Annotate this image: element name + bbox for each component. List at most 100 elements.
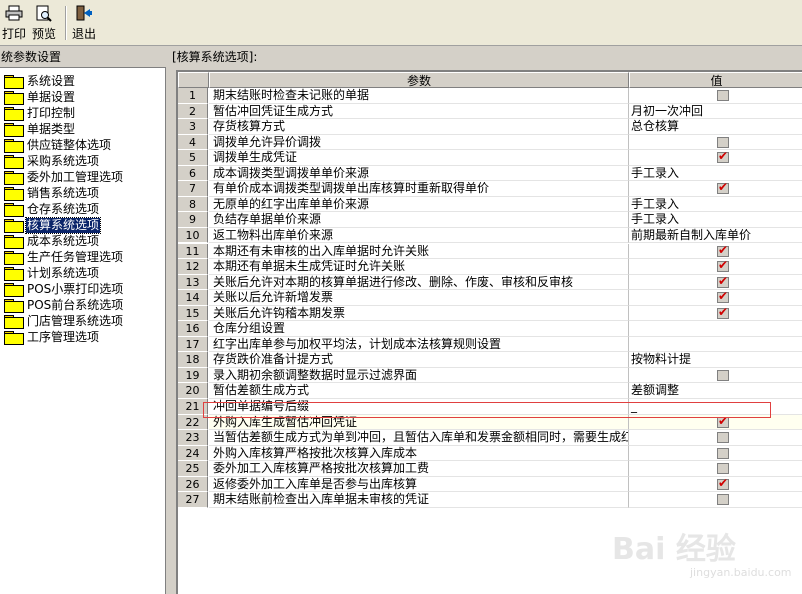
tree-item[interactable]: 委外加工管理选项 — [4, 169, 124, 185]
panel-splitter[interactable] — [167, 48, 172, 594]
value-cell[interactable]: 前期最新自制入库单价 — [629, 228, 802, 244]
value-cell[interactable] — [629, 88, 802, 104]
tree-item[interactable]: 生产任务管理选项 — [4, 249, 124, 265]
param-cell: 外购入库核算严格按批次核算入库成本 — [209, 445, 629, 462]
table-row[interactable]: 6 成本调拨类型调拨单单价来源 手工录入 — [178, 165, 802, 182]
table-row[interactable]: 15 关账后允许钩稽本期发票 — [178, 305, 802, 322]
checkbox-unchecked[interactable] — [717, 432, 729, 444]
value-cell[interactable] — [629, 290, 802, 306]
value-cell[interactable] — [629, 461, 802, 477]
table-row[interactable]: 21 冲回单据编号后缀 _ — [178, 399, 802, 415]
param-cell: 有单价成本调拨类型调拨单出库核算时重新取得单价 — [209, 181, 629, 197]
tree-item[interactable]: 成本系统选项 — [4, 233, 100, 249]
checkbox-checked[interactable] — [717, 259, 729, 273]
value-cell[interactable] — [629, 321, 802, 337]
value-cell[interactable] — [629, 430, 802, 446]
table-row[interactable]: 7 有单价成本调拨类型调拨单出库核算时重新取得单价 — [178, 181, 802, 197]
tree-item[interactable]: 仓存系统选项 — [4, 201, 100, 217]
header-value[interactable]: 值 — [629, 72, 802, 88]
tree-item[interactable]: 核算系统选项 — [4, 216, 102, 234]
tree-item[interactable]: POS前台系统选项 — [4, 297, 124, 313]
value-cell[interactable] — [629, 181, 802, 197]
value-cell[interactable] — [629, 306, 802, 322]
table-row[interactable]: 16 仓库分组设置 — [178, 321, 802, 337]
tree-item[interactable]: 采购系统选项 — [4, 153, 100, 169]
checkbox-unchecked[interactable] — [717, 136, 729, 148]
table-row[interactable]: 5 调拨单生成凭证 — [178, 150, 802, 166]
table-row[interactable]: 26 返修委外加工入库单是否参与出库核算 — [178, 476, 802, 493]
value-cell[interactable]: _ — [629, 399, 802, 415]
table-row[interactable]: 8 无原单的红字出库单单价来源 手工录入 — [178, 196, 802, 213]
checkbox-unchecked[interactable] — [717, 463, 729, 475]
checkbox-checked[interactable] — [717, 275, 729, 289]
settings-tree[interactable]: 系统设置 单据设置 打印控制 单据类型 供应链整体选项 采购系统选项 委外加工管理选项 销售系… — [0, 67, 166, 594]
checkbox-checked[interactable] — [717, 306, 729, 320]
tree-item[interactable]: 单据设置 — [4, 89, 76, 105]
checkbox-checked[interactable] — [717, 477, 729, 491]
row-number: 1 — [178, 88, 208, 104]
value-cell[interactable]: 手工录入 — [629, 197, 802, 213]
value-cell[interactable]: 差额调整 — [629, 383, 802, 399]
tree-item[interactable]: 工序管理选项 — [4, 329, 100, 345]
value-cell[interactable] — [629, 275, 802, 291]
tree-item[interactable]: 单据类型 — [4, 121, 76, 137]
value-cell[interactable]: 月初一次冲回 — [629, 104, 802, 120]
table-row[interactable]: 22 外购入库生成暂估冲回凭证 — [178, 414, 802, 431]
table-row[interactable]: 1 期末结账时检查未记账的单据 — [178, 88, 802, 104]
checkbox-unchecked[interactable] — [717, 90, 729, 101]
tree-item[interactable]: 系统设置 — [4, 73, 76, 89]
checkbox-checked[interactable] — [717, 244, 729, 258]
value-cell[interactable] — [629, 446, 802, 462]
table-row[interactable]: 14 关账以后允许新增发票 — [178, 290, 802, 306]
checkbox-checked[interactable] — [717, 290, 729, 304]
value-cell[interactable] — [629, 477, 802, 493]
header-param[interactable]: 参数 — [209, 72, 629, 88]
value-cell[interactable]: 按物料计提 — [629, 352, 802, 368]
checkbox-checked[interactable] — [717, 181, 729, 195]
table-row[interactable]: 3 存货核算方式 总仓核算 — [178, 119, 802, 135]
value-cell[interactable] — [629, 150, 802, 166]
table-row[interactable]: 9 负结存单据单价来源 手工录入 — [178, 212, 802, 228]
table-row[interactable]: 2 暂估冲回凭证生成方式 月初一次冲回 — [178, 103, 802, 120]
table-row[interactable]: 10 返工物料出库单价来源 前期最新自制入库单价 — [178, 227, 802, 244]
exit-button[interactable]: 退出 — [72, 4, 96, 42]
table-row[interactable]: 11 本期还有未审核的出入库单据时允许关账 — [178, 243, 802, 259]
table-row[interactable]: 12 本期还有单据未生成凭证时允许关账 — [178, 259, 802, 275]
tree-item[interactable]: 销售系统选项 — [4, 185, 100, 201]
tree-item[interactable]: 计划系统选项 — [4, 265, 100, 281]
checkbox-checked[interactable] — [717, 150, 729, 164]
checkbox-checked[interactable] — [717, 415, 729, 429]
checkbox-unchecked[interactable] — [717, 447, 729, 459]
value-cell[interactable] — [629, 368, 802, 384]
value-cell[interactable]: 手工录入 — [629, 166, 802, 182]
row-number: 16 — [178, 321, 208, 337]
value-cell[interactable]: 总仓核算 — [629, 119, 802, 135]
checkbox-unchecked[interactable] — [717, 369, 729, 381]
tree-item[interactable]: 门店管理系统选项 — [4, 313, 124, 329]
table-row[interactable]: 20 暂估差额生成方式 差额调整 — [178, 383, 802, 399]
value-cell[interactable] — [629, 244, 802, 259]
value-cell[interactable] — [629, 492, 802, 508]
toolbar-separator — [65, 6, 67, 40]
preview-button[interactable]: 预览 — [32, 4, 56, 42]
value-cell[interactable] — [629, 337, 802, 353]
table-row[interactable]: 27 期末结账前检查出入库单据未审核的凭证 — [178, 492, 802, 508]
tree-item[interactable]: 打印控制 — [4, 105, 76, 121]
value-cell[interactable] — [629, 259, 802, 275]
table-row[interactable]: 18 存货跌价准备计提方式 按物料计提 — [178, 352, 802, 368]
print-button[interactable]: 打印 — [2, 4, 26, 42]
table-row[interactable]: 4 调拨单允许异价调拨 — [178, 134, 802, 151]
table-row[interactable]: 23 当暂估差额生成方式为单到冲回，且暂估入库单和发票金额相同时，需要生成红 — [178, 430, 802, 446]
tree-item[interactable]: POS小票打印选项 — [4, 281, 124, 297]
table-row[interactable]: 13 关账后允许对本期的核算单据进行修改、删除、作废、审核和反审核 — [178, 274, 802, 291]
value-cell[interactable] — [629, 414, 802, 431]
value-cell[interactable]: 手工录入 — [629, 212, 802, 228]
table-row[interactable]: 17 红字出库单参与加权平均法，计划成本法核算规则设置 — [178, 336, 802, 353]
tree-item[interactable]: 供应链整体选项 — [4, 137, 112, 153]
checkbox-unchecked[interactable] — [717, 494, 729, 506]
table-row[interactable]: 25 委外加工入库核算严格按批次核算加工费 — [178, 461, 802, 477]
value-cell[interactable] — [629, 135, 802, 151]
row-number: 13 — [178, 274, 208, 291]
table-row[interactable]: 19 录入期初余额调整数据时显示过滤界面 — [178, 367, 802, 384]
table-row[interactable]: 24 外购入库核算严格按批次核算入库成本 — [178, 445, 802, 462]
